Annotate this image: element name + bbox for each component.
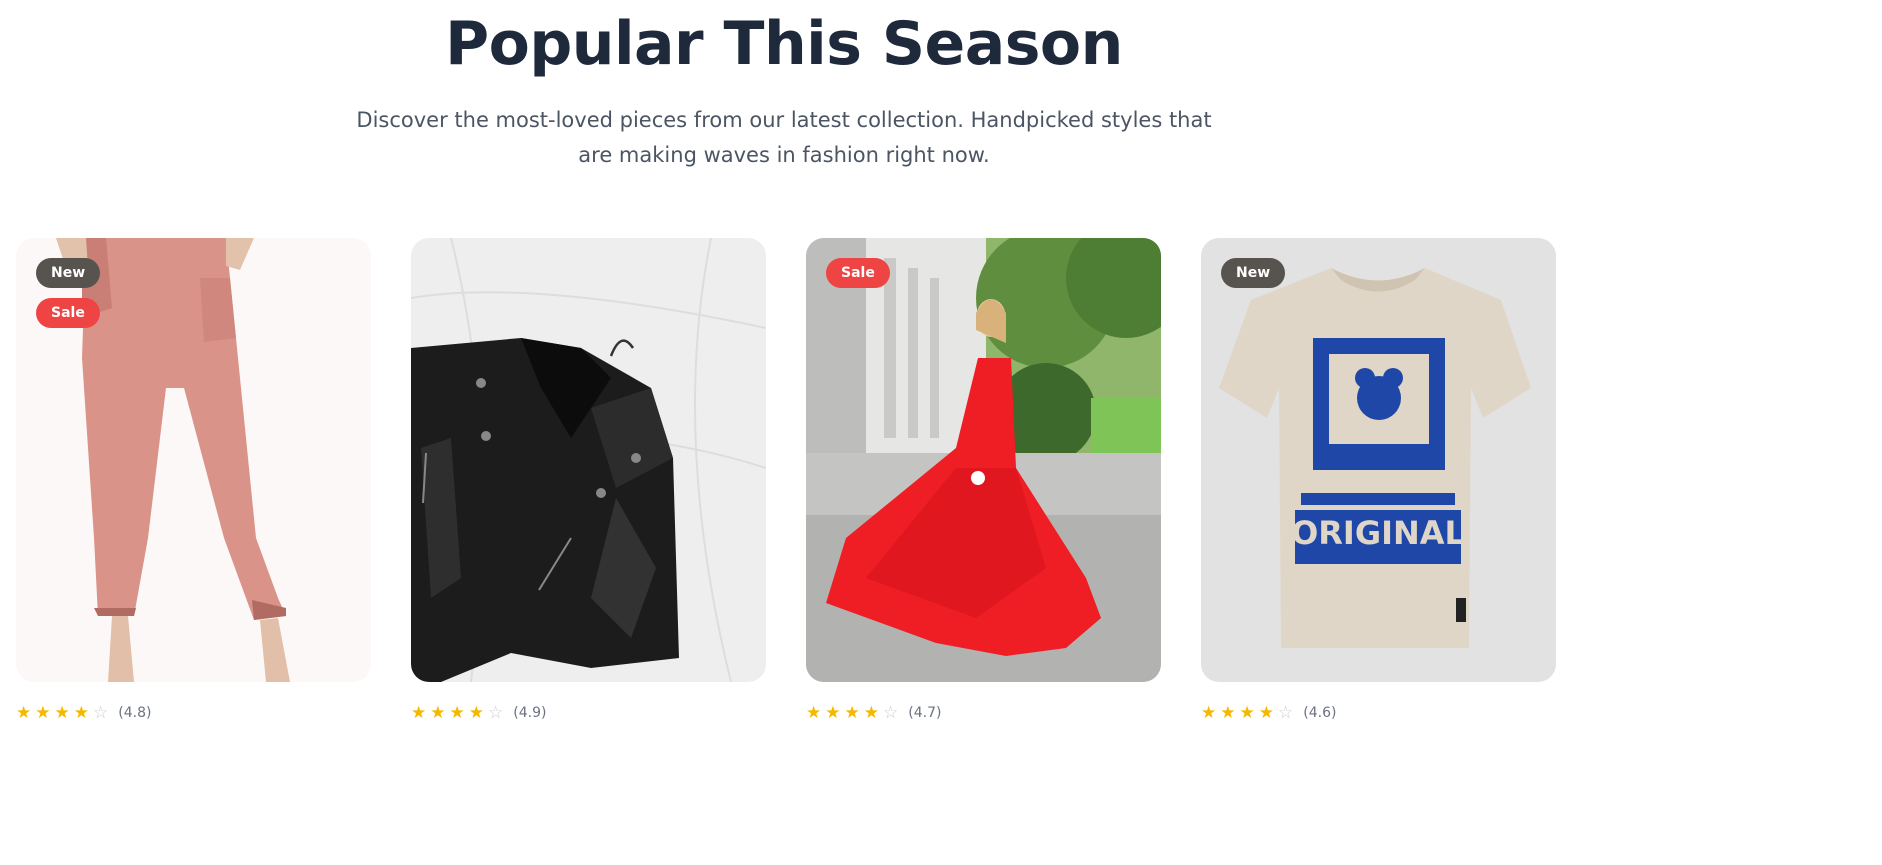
product-rating: ★ ★ ★ ★ ☆ (4.7) [806, 704, 1161, 721]
product-grid: New Sale ★ ★ ★ ★ ☆ (4.8) ★ ★ ★ ★ ☆ (4.9)… [16, 238, 1556, 865]
star-outline-icon: ☆ [93, 703, 109, 722]
sale-badge: Sale [36, 298, 101, 328]
section-subtitle: Discover the most-loved pieces from our … [356, 108, 1212, 167]
product-card[interactable]: Sale ★ ★ ★ ★ ☆ (4.7) [806, 238, 1161, 721]
rating-value: (4.7) [908, 704, 942, 721]
star-icon: ★ [16, 703, 32, 722]
new-badge: New [36, 258, 101, 288]
product-card[interactable]: ORIGINAL New ★ ★ ★ ★ ☆ (4.6) [1201, 238, 1556, 721]
star-icon: ★ [1201, 703, 1217, 722]
star-icon: ★ [1258, 703, 1274, 722]
star-outline-icon: ☆ [1278, 703, 1294, 722]
star-outline-icon: ☆ [488, 703, 504, 722]
star-icon: ★ [54, 703, 70, 722]
sale-badge: Sale [826, 258, 890, 288]
star-icon: ★ [844, 703, 860, 722]
star-icon: ★ [430, 703, 446, 722]
new-badge: New [1221, 258, 1286, 288]
product-rating: ★ ★ ★ ★ ☆ (4.9) [411, 704, 766, 721]
star-icon: ★ [411, 703, 427, 722]
star-icon: ★ [806, 703, 822, 722]
product-image [806, 238, 1161, 682]
product-image [411, 238, 766, 682]
product-image-link[interactable] [411, 238, 766, 682]
star-icon: ★ [1220, 703, 1236, 722]
star-outline-icon: ☆ [883, 703, 899, 722]
star-icon: ★ [1239, 703, 1255, 722]
product-rating: ★ ★ ★ ★ ☆ (4.6) [1201, 704, 1556, 721]
product-image: ORIGINAL [1201, 238, 1556, 682]
shirt-print-text: ORIGINAL [1291, 514, 1465, 552]
rating-value: (4.9) [513, 704, 547, 721]
product-image-link[interactable]: ORIGINAL New [1201, 238, 1556, 682]
product-rating: ★ ★ ★ ★ ☆ (4.8) [16, 704, 371, 721]
badge-group: New [1221, 258, 1286, 288]
rating-value: (4.8) [118, 704, 152, 721]
product-card[interactable]: ★ ★ ★ ★ ☆ (4.9) [411, 238, 766, 721]
section-title: Popular This Season [445, 9, 1123, 79]
star-icon: ★ [863, 703, 879, 722]
badge-group: Sale [826, 258, 890, 288]
star-icon: ★ [35, 703, 51, 722]
product-image-link[interactable]: Sale [806, 238, 1161, 682]
rating-value: (4.6) [1303, 704, 1337, 721]
product-card[interactable]: New Sale ★ ★ ★ ★ ☆ (4.8) [16, 238, 371, 721]
section-header: Popular This Season Discover the most-lo… [0, 0, 1568, 173]
star-icon: ★ [73, 703, 89, 722]
badge-group: New Sale [36, 258, 101, 328]
star-icon: ★ [825, 703, 841, 722]
product-image-link[interactable]: New Sale [16, 238, 371, 682]
star-icon: ★ [449, 703, 465, 722]
star-icon: ★ [468, 703, 484, 722]
